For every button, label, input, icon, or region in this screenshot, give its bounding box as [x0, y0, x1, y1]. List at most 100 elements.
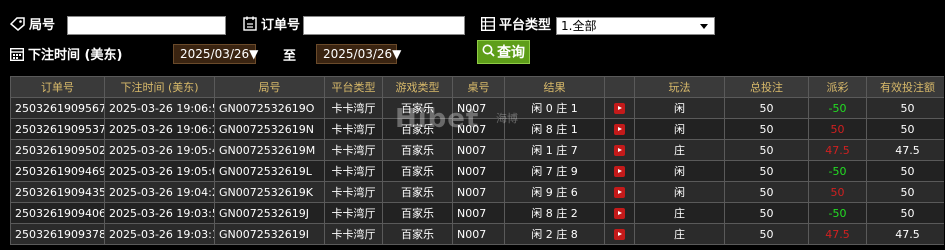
platform-filter-label: 平台类型 — [481, 14, 551, 33]
cell-payout: -50 — [808, 202, 867, 224]
table-row: 2503261909469032025-03-26 19:05:07GN0072… — [10, 160, 944, 182]
col-result: 结果 — [504, 76, 605, 98]
cell-bet-time: 2025-03-26 19:03:19 — [104, 223, 215, 245]
round-input[interactable] — [67, 16, 226, 35]
cell-result: 闲 0 庄 1 — [504, 97, 605, 119]
play-icon[interactable] — [614, 124, 625, 135]
col-total-bet: 总投注 — [724, 76, 809, 98]
col-round: 局号 — [214, 76, 325, 98]
cell-game: 百家乐 — [382, 160, 453, 182]
chevron-down-icon — [700, 24, 708, 29]
order-input[interactable] — [303, 16, 465, 35]
cell-bet-time: 2025-03-26 19:03:54 — [104, 202, 215, 224]
play-icon[interactable] — [614, 187, 625, 198]
col-platform: 平台类型 — [324, 76, 383, 98]
cell-valid-bet: 50 — [866, 181, 944, 203]
cell-video[interactable] — [604, 139, 635, 161]
cell-payout: 47.5 — [808, 139, 867, 161]
cell-valid-bet: 47.5 — [866, 139, 944, 161]
cell-video[interactable] — [604, 118, 635, 140]
cell-platform: 卡卡湾厅 — [324, 118, 383, 140]
calendar-icon — [10, 47, 24, 61]
cell-play: 庄 — [634, 139, 725, 161]
cell-round: GN0072532619N — [214, 118, 325, 140]
cell-bet-time: 2025-03-26 19:05:07 — [104, 160, 215, 182]
cell-play: 闲 — [634, 97, 725, 119]
cell-platform: 卡卡湾厅 — [324, 139, 383, 161]
cell-video[interactable] — [604, 202, 635, 224]
cell-game: 百家乐 — [382, 181, 453, 203]
date-to-picker[interactable]: 2025/03/26▼ — [316, 44, 401, 64]
watermark-cn: 海博 — [496, 112, 518, 125]
cell-valid-bet: 50 — [866, 202, 944, 224]
col-table: 桌号 — [452, 76, 505, 98]
query-button[interactable]: 查询 — [477, 40, 530, 64]
date-from-picker[interactable]: 2025/03/26▼ — [173, 44, 258, 64]
cell-round: GN0072532619K — [214, 181, 325, 203]
play-icon[interactable] — [614, 229, 625, 240]
round-filter-label: 局号 — [10, 14, 55, 33]
cell-bet-time: 2025-03-26 19:06:57 — [104, 97, 215, 119]
table-row: 2503261909567992025-03-26 19:06:57GN0072… — [10, 97, 944, 119]
table-row: 2503261909378252025-03-26 19:03:19GN0072… — [10, 223, 944, 245]
col-order: 订单号 — [10, 76, 105, 98]
cell-video[interactable] — [604, 223, 635, 245]
cell-valid-bet: 50 — [866, 160, 944, 182]
cell-platform: 卡卡湾厅 — [324, 181, 383, 203]
cell-play: 闲 — [634, 118, 725, 140]
col-payout: 派彩 — [808, 76, 867, 98]
cell-game: 百家乐 — [382, 118, 453, 140]
cell-platform: 卡卡湾厅 — [324, 202, 383, 224]
cell-game: 百家乐 — [382, 223, 453, 245]
cell-total-bet: 50 — [724, 202, 809, 224]
cell-platform: 卡卡湾厅 — [324, 223, 383, 245]
cell-payout: -50 — [808, 97, 867, 119]
col-valid-bet: 有效投注额 — [866, 76, 944, 98]
cell-table: N007 — [452, 223, 505, 245]
cell-table: N007 — [452, 139, 505, 161]
cell-bet-time: 2025-03-26 19:04:27 — [104, 181, 215, 203]
cell-video[interactable] — [604, 160, 635, 182]
cell-order: 250326190940665 — [10, 202, 105, 224]
cell-video[interactable] — [604, 181, 635, 203]
cell-bet-time: 2025-03-26 19:06:25 — [104, 118, 215, 140]
play-icon[interactable] — [614, 103, 625, 114]
cell-platform: 卡卡湾厅 — [324, 97, 383, 119]
cell-round: GN0072532619I — [214, 223, 325, 245]
play-icon[interactable] — [614, 145, 625, 156]
cell-order: 250326190953771 — [10, 118, 105, 140]
search-icon — [482, 44, 495, 61]
cell-order: 250326190937825 — [10, 223, 105, 245]
cell-result: 闲 2 庄 8 — [504, 223, 605, 245]
col-bet-time: 下注时间 (美东) — [104, 76, 215, 98]
cell-table: N007 — [452, 160, 505, 182]
cell-platform: 卡卡湾厅 — [324, 160, 383, 182]
bet-records-table: 订单号 下注时间 (美东) 局号 平台类型 游戏类型 桌号 结果 玩法 总投注 … — [10, 76, 944, 250]
cell-round: GN0072532619L — [214, 160, 325, 182]
cell-payout: 50 — [808, 118, 867, 140]
cell-result: 闲 1 庄 7 — [504, 139, 605, 161]
cell-total-bet: 50 — [724, 139, 809, 161]
cell-order: 250326190950267 — [10, 139, 105, 161]
cell-payout: 50 — [808, 181, 867, 203]
order-filter-label: 订单号 — [243, 14, 300, 33]
cell-order: 250326190946903 — [10, 160, 105, 182]
cell-result: 闲 8 庄 1 — [504, 118, 605, 140]
cell-total-bet: 50 — [724, 181, 809, 203]
cell-game: 百家乐 — [382, 139, 453, 161]
col-play: 玩法 — [634, 76, 725, 98]
list-icon — [481, 16, 495, 31]
play-icon[interactable] — [614, 208, 625, 219]
cell-video[interactable] — [604, 97, 635, 119]
table-row: 2503261909406652025-03-26 19:03:54GN0072… — [10, 202, 944, 224]
cell-total-bet: 50 — [724, 160, 809, 182]
cell-total-bet: 50 — [724, 118, 809, 140]
cell-payout: -50 — [808, 160, 867, 182]
to-label: 至 — [283, 49, 297, 64]
notebook-icon — [243, 16, 257, 31]
cell-play: 庄 — [634, 202, 725, 224]
cell-result: 闲 7 庄 9 — [504, 160, 605, 182]
platform-select[interactable]: 1.全部 — [556, 17, 715, 35]
play-icon[interactable] — [614, 166, 625, 177]
col-game: 游戏类型 — [382, 76, 453, 98]
